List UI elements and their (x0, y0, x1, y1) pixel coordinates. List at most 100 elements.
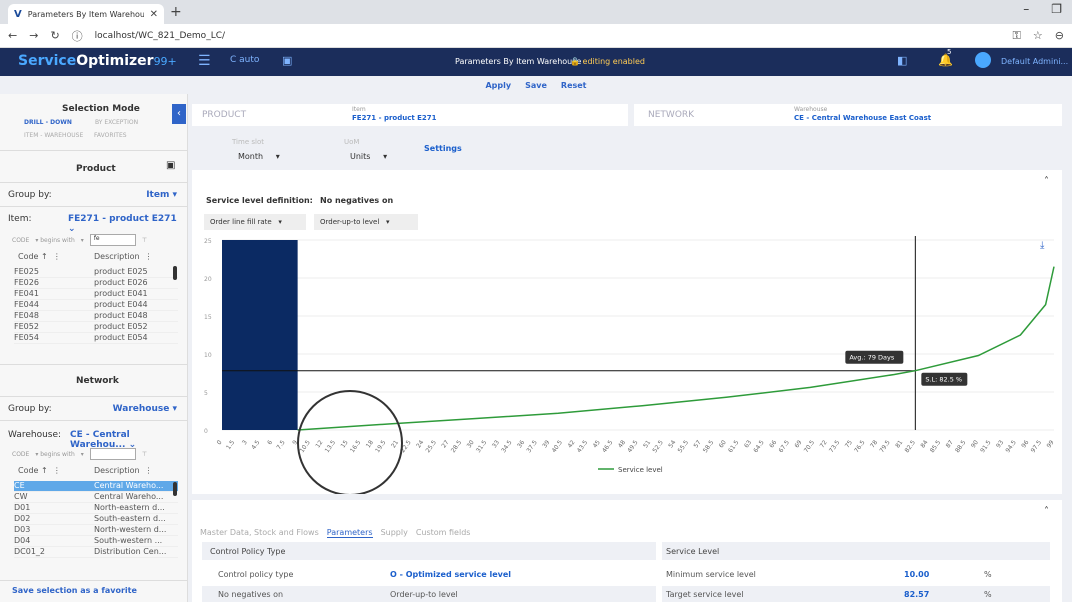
item-select[interactable]: FE271 - product E271 ⌄ (68, 214, 187, 234)
reset-button[interactable]: Reset (561, 81, 587, 90)
list-item-desc: product E026 (94, 278, 148, 287)
browser-tab[interactable]: V Parameters By Item Warehouse ✕ (8, 4, 164, 24)
mode-drilldown[interactable]: DRILL - DOWN (24, 119, 72, 126)
list-item-code: FE054 (14, 333, 39, 342)
product-filter-op[interactable]: ▾ begins with (35, 237, 74, 244)
list-item[interactable]: DC01_2 Distribution Cen... (14, 547, 178, 558)
tab-custom-fields[interactable]: Custom fields (416, 528, 471, 538)
product-scrollbar[interactable] (173, 266, 177, 280)
list-item[interactable]: CE Central Wareho... (14, 481, 178, 492)
forward-icon[interactable]: → (29, 29, 38, 42)
tab-parameters[interactable]: Parameters (326, 528, 373, 538)
list-item[interactable]: D03 North-western d... (14, 525, 178, 536)
network-filter-input[interactable] (89, 448, 136, 460)
col-code[interactable]: Code ↑ ⋮ (18, 466, 94, 475)
divider (0, 420, 187, 421)
network-groupby-select[interactable]: Warehouse ▾ (113, 404, 177, 414)
col-code[interactable]: Code ↑ ⋮ (18, 252, 94, 261)
save-button[interactable]: Save (525, 81, 547, 90)
product-groupby-value: Item (146, 190, 170, 200)
app-logo[interactable]: ServiceOptimizer99+ (18, 53, 177, 69)
key-icon[interactable]: ⚿ (1013, 29, 1021, 43)
list-item-desc: product E041 (94, 289, 148, 298)
list-item[interactable]: D04 South-western ... (14, 536, 178, 547)
filter-icon[interactable]: ⊤ (142, 237, 147, 244)
warehouse-select[interactable]: CE - Central Warehou... ⌄ (70, 430, 187, 450)
tab-supply[interactable]: Supply (381, 528, 408, 538)
collapse-sidebar-button[interactable]: ‹ (172, 104, 186, 124)
apply-button[interactable]: Apply (485, 81, 511, 90)
list-item[interactable]: FE025 product E025 (14, 267, 178, 278)
user-name[interactable]: Default Admini... (1001, 57, 1068, 66)
back-icon[interactable]: ← (8, 29, 17, 42)
x-tick-label: 55.5 (677, 439, 691, 454)
product-filter-input[interactable]: fe (89, 234, 136, 246)
dropdown-icon[interactable]: ▾ (81, 451, 84, 458)
list-item[interactable]: FE041 product E041 (14, 289, 178, 300)
list-item-desc: North-eastern d... (94, 503, 165, 512)
item-value[interactable]: FE271 - product E271 (352, 114, 437, 122)
star-icon[interactable]: ☆ (1033, 29, 1043, 43)
list-item[interactable]: FE026 product E026 (14, 278, 178, 289)
panel-icon[interactable]: ◧ (897, 54, 907, 67)
x-tick-label: 57 (693, 439, 703, 449)
restore-icon[interactable]: ❐ (1051, 2, 1062, 16)
x-tick-label: 94.5 (1004, 439, 1018, 454)
list-item[interactable]: FE044 product E044 (14, 300, 178, 311)
minimize-icon[interactable]: – (1023, 2, 1029, 16)
product-groupby-select[interactable]: Item ▾ (146, 190, 177, 200)
collapse-details-icon[interactable]: ˄ (1044, 506, 1049, 517)
list-item[interactable]: CW Central Wareho... (14, 492, 178, 503)
target-sl-value[interactable]: 82.57 (904, 590, 929, 599)
image-icon[interactable]: ▣ (166, 160, 175, 171)
min-sl-value[interactable]: 10.00 (904, 570, 929, 579)
x-tick-label: 46.5 (601, 439, 615, 454)
grid-icon[interactable]: ▣ (282, 54, 292, 67)
menu-icon[interactable]: ☰ (198, 53, 211, 69)
list-item[interactable]: FE054 product E054 (14, 333, 178, 344)
mode-exception[interactable]: BY EXCEPTION (95, 119, 138, 126)
save-favorite-link[interactable]: Save selection as a favorite (12, 586, 137, 595)
network-scrollbar[interactable] (173, 482, 177, 496)
list-item[interactable]: FE052 product E052 (14, 322, 178, 333)
list-item-code: FE041 (14, 289, 39, 298)
list-item[interactable]: D02 South-eastern d... (14, 514, 178, 525)
product-filter-field[interactable]: CODE (12, 237, 29, 244)
uom-select[interactable]: Units ▾ (350, 152, 387, 161)
new-tab-icon[interactable]: + (170, 4, 182, 20)
list-item[interactable]: FE048 product E048 (14, 311, 178, 322)
network-label: NETWORK (648, 110, 695, 120)
no-negatives-value[interactable]: Order-up-to level (390, 590, 458, 599)
network-filter-op[interactable]: ▾ begins with (35, 451, 74, 458)
mode-item-warehouse[interactable]: ITEM - WAREHOUSE (24, 132, 83, 139)
user-avatar-icon[interactable] (975, 52, 991, 68)
tab-master-data-stock-and-flows[interactable]: Master Data, Stock and Flows (200, 528, 319, 538)
mode-favorites[interactable]: FAVORITES (94, 132, 127, 139)
uom-value: Units (350, 152, 371, 161)
col-desc-label: Description (94, 466, 140, 475)
col-description[interactable]: Description ⋮ (94, 252, 153, 261)
network-groupby-label: Group by: (8, 404, 52, 414)
col-description[interactable]: Description ⋮ (94, 466, 153, 475)
control-policy-value[interactable]: O - Optimized service level (390, 570, 511, 579)
warehouse-value[interactable]: CE - Central Warehouse East Coast (794, 114, 931, 122)
app-header: ServiceOptimizer99+ ☰ C auto ▣ Parameter… (0, 48, 1072, 76)
network-filter: CODE ▾ begins with ▾ ⊤ (12, 448, 147, 460)
close-tab-icon[interactable]: ✕ (150, 9, 158, 20)
list-item-desc: Distribution Cen... (94, 547, 167, 556)
dropdown-icon[interactable]: ▾ (81, 237, 84, 244)
timeslot-select[interactable]: Month ▾ (238, 152, 280, 161)
network-table-header: Code ↑ ⋮ Description ⋮ (18, 466, 153, 475)
product-section-title: Product (76, 164, 116, 174)
list-item[interactable]: D01 North-eastern d... (14, 503, 178, 514)
url-field[interactable]: localhost/WC_821_Demo_LC/ (95, 31, 225, 41)
filter-icon[interactable]: ⊤ (142, 451, 147, 458)
tab-title: Parameters By Item Warehouse (27, 9, 144, 19)
profile-icon[interactable]: ⊖ (1055, 29, 1064, 43)
settings-link[interactable]: Settings (424, 144, 462, 153)
x-tick-label: 10.5 (298, 439, 312, 454)
network-filter-field[interactable]: CODE (12, 451, 29, 458)
auto-toggle[interactable]: C auto (230, 55, 259, 65)
x-tick-label: 37.5 (525, 439, 539, 454)
reload-icon[interactable]: ↻ (50, 29, 59, 42)
